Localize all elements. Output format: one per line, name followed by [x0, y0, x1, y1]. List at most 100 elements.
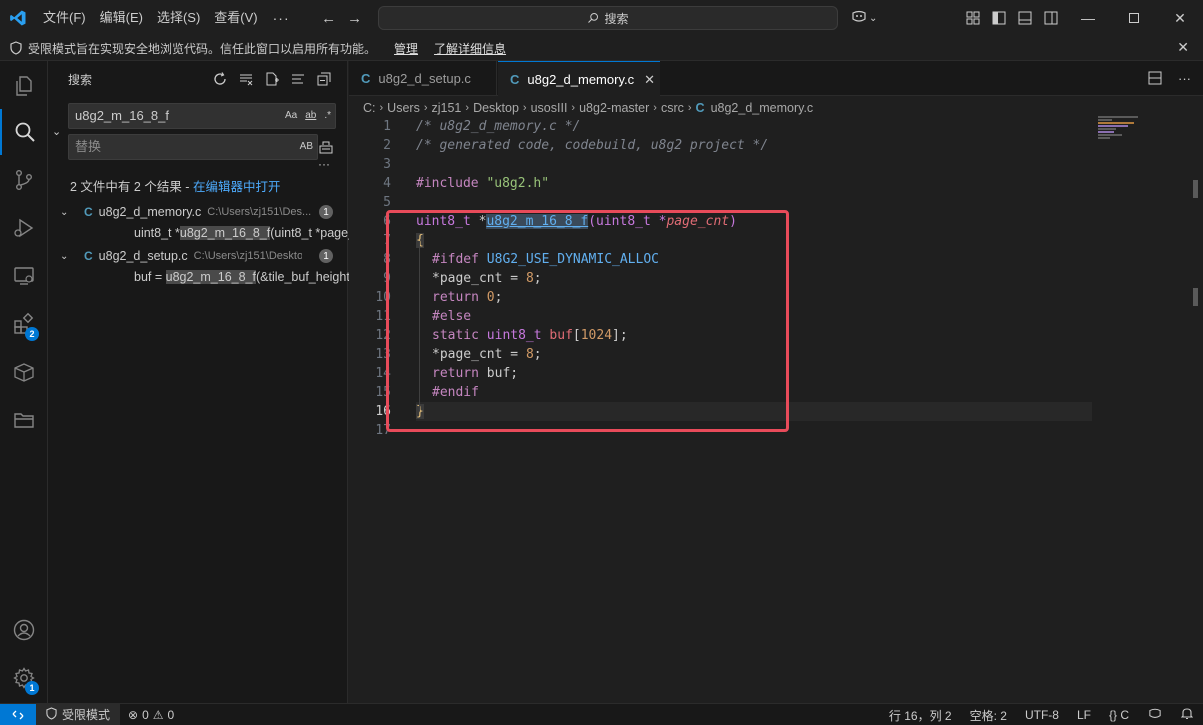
clear-results-icon[interactable]: [238, 71, 254, 87]
toggle-replace-chevron-icon[interactable]: ⌄: [52, 125, 61, 138]
comment-token: /* u8g2_d_memory.c */: [416, 119, 581, 134]
line-number: 11: [375, 309, 391, 324]
end-of-line[interactable]: LF: [1077, 708, 1091, 722]
close-window-icon[interactable]: ✕: [1157, 0, 1203, 36]
open-in-editor-link[interactable]: 在编辑器中打开: [193, 180, 281, 194]
match-highlight: u8g2_m_16_8_f: [165, 270, 256, 284]
problems-indicator[interactable]: ⊗ 0 ⚠ 0: [128, 708, 174, 722]
encoding[interactable]: UTF-8: [1025, 708, 1059, 722]
more-actions-icon[interactable]: ···: [1178, 71, 1191, 88]
search-input[interactable]: u8g2_m_16_8_f Aa ab .*: [68, 103, 336, 129]
notifications-bell-icon[interactable]: [1180, 707, 1194, 723]
close-tab-icon[interactable]: ✕: [644, 72, 655, 88]
menu-edit[interactable]: 编辑(E): [93, 0, 150, 36]
result-match-line[interactable]: uint8_t *u8g2_m_16_8_f(uint8_t *page_cnt…: [134, 226, 376, 240]
use-regex-toggle[interactable]: .*: [324, 104, 331, 128]
minimap-line: [1098, 137, 1110, 139]
match-case-toggle[interactable]: Aa: [285, 104, 297, 128]
chevron-down-icon[interactable]: ⌄: [60, 207, 74, 218]
chevron-down-icon[interactable]: ⌄: [60, 251, 74, 262]
settings-gear-icon[interactable]: 1: [0, 655, 48, 701]
line-number: 3: [383, 157, 391, 172]
source-control-icon[interactable]: [0, 157, 48, 203]
refresh-icon[interactable]: [212, 71, 228, 87]
chevron-right-icon: ›: [653, 102, 657, 114]
breadcrumb-item[interactable]: u8g2_d_memory.c: [711, 101, 814, 115]
status-right: 行 16，列 2 空格: 2 UTF-8 LF {} C: [889, 704, 1194, 725]
banner-message: 受限模式旨在实现安全地浏览代码。信任此窗口以启用所有功能。: [28, 41, 377, 56]
chevron-right-icon: ›: [571, 102, 576, 114]
toggle-primary-sidebar-icon[interactable]: [990, 9, 1008, 27]
package-icon[interactable]: [0, 349, 48, 395]
search-view-icon[interactable]: [0, 109, 48, 155]
remote-indicator-icon[interactable]: [0, 703, 36, 725]
breadcrumb-item[interactable]: C:: [363, 101, 376, 115]
minimap-line: [1098, 119, 1112, 121]
breadcrumb-item[interactable]: u8g2-master: [579, 101, 649, 115]
command-center-search[interactable]: 搜索: [378, 6, 838, 30]
tab-u8g2-d-memory[interactable]: C u8g2_d_memory.c ✕: [498, 61, 660, 97]
collapse-all-icon[interactable]: [316, 71, 332, 87]
preserve-case-toggle[interactable]: AB: [300, 135, 313, 159]
result-file-row[interactable]: ⌄ C u8g2_d_memory.c C:\Users\zj151\Des..…: [48, 201, 347, 223]
result-match-line[interactable]: buf = u8g2_m_16_8_f(&tile_buf_height);: [134, 270, 357, 284]
include-token: #include: [416, 176, 479, 191]
vscode-logo-icon: [0, 0, 36, 36]
run-debug-icon[interactable]: [0, 205, 48, 251]
language-mode[interactable]: {} C: [1109, 708, 1129, 722]
title-bar: 文件(F) 编辑(E) 选择(S) 查看(V) ··· ← → 搜索 ⌄ — ✕: [0, 0, 1203, 36]
tab-u8g2-d-setup[interactable]: C u8g2_d_setup.c: [349, 61, 497, 96]
forward-arrow-icon[interactable]: →: [342, 10, 368, 27]
copilot-button[interactable]: ⌄: [851, 10, 877, 27]
learn-more-link[interactable]: 了解详细信息: [434, 40, 506, 57]
new-search-editor-icon[interactable]: [264, 71, 280, 87]
back-arrow-icon[interactable]: ←: [316, 10, 342, 27]
menu-file[interactable]: 文件(F): [36, 0, 93, 36]
explorer-icon[interactable]: [0, 63, 48, 109]
indentation[interactable]: 空格: 2: [970, 707, 1007, 724]
customize-layout-icon[interactable]: [964, 9, 982, 27]
layout-controls: [964, 9, 1060, 27]
menu-view[interactable]: 查看(V): [207, 0, 264, 36]
breadcrumb-item[interactable]: zj151: [432, 101, 462, 115]
extensions-icon[interactable]: 2: [0, 301, 48, 347]
view-as-tree-icon[interactable]: [290, 71, 306, 87]
toggle-secondary-sidebar-icon[interactable]: [1042, 9, 1060, 27]
cursor-position[interactable]: 行 16，列 2: [889, 707, 952, 724]
code-line: #include "u8g2.h": [416, 176, 549, 191]
menu-more-button[interactable]: ···: [265, 10, 298, 26]
minimize-icon[interactable]: —: [1065, 0, 1111, 36]
search-sidebar: 搜索 ⌄ u8g2_m_16_8_f Aa ab .* 替换 AB ··· 2 …: [48, 61, 376, 703]
replace-input[interactable]: 替换 AB: [68, 134, 318, 160]
replace-all-icon[interactable]: [318, 140, 334, 157]
breadcrumb-item[interactable]: Desktop: [473, 101, 519, 115]
minimap[interactable]: [1098, 116, 1193, 156]
breadcrumb-item[interactable]: csrc: [661, 101, 684, 115]
maximize-icon[interactable]: [1111, 0, 1157, 36]
editor-scrollbar[interactable]: [1193, 180, 1199, 396]
warning-icon: ⚠: [152, 707, 164, 722]
error-icon: ⊗: [128, 707, 139, 722]
c-file-icon: C: [510, 72, 520, 87]
match-whole-word-toggle[interactable]: ab: [305, 104, 316, 128]
manage-link[interactable]: 管理: [394, 40, 418, 57]
line-number: 2: [383, 138, 391, 153]
result-file-row[interactable]: ⌄ C u8g2_d_setup.c C:\Users\zj151\Deskto…: [48, 245, 347, 267]
toggle-search-details-icon[interactable]: ···: [318, 157, 330, 171]
account-icon[interactable]: [0, 607, 48, 653]
minimap-line: [1098, 131, 1114, 133]
editor-actions: ···: [1148, 71, 1191, 88]
copilot-status-icon[interactable]: [1147, 708, 1163, 723]
menu-selection[interactable]: 选择(S): [150, 0, 207, 36]
folder-icon[interactable]: [0, 397, 48, 443]
toggle-panel-icon[interactable]: [1016, 9, 1034, 27]
minimap-line: [1098, 125, 1128, 127]
split-editor-icon[interactable]: [1148, 71, 1162, 88]
remote-explorer-icon[interactable]: [0, 253, 48, 299]
restricted-mode-indicator[interactable]: 受限模式: [36, 703, 121, 725]
comment-token: /* generated code, codebuild, u8g2 proje…: [416, 138, 769, 153]
breadcrumb-item[interactable]: usosIII: [531, 101, 568, 115]
close-icon[interactable]: ✕: [1177, 39, 1189, 56]
breadcrumb-item[interactable]: Users: [387, 101, 420, 115]
line-number: 8: [383, 252, 391, 267]
